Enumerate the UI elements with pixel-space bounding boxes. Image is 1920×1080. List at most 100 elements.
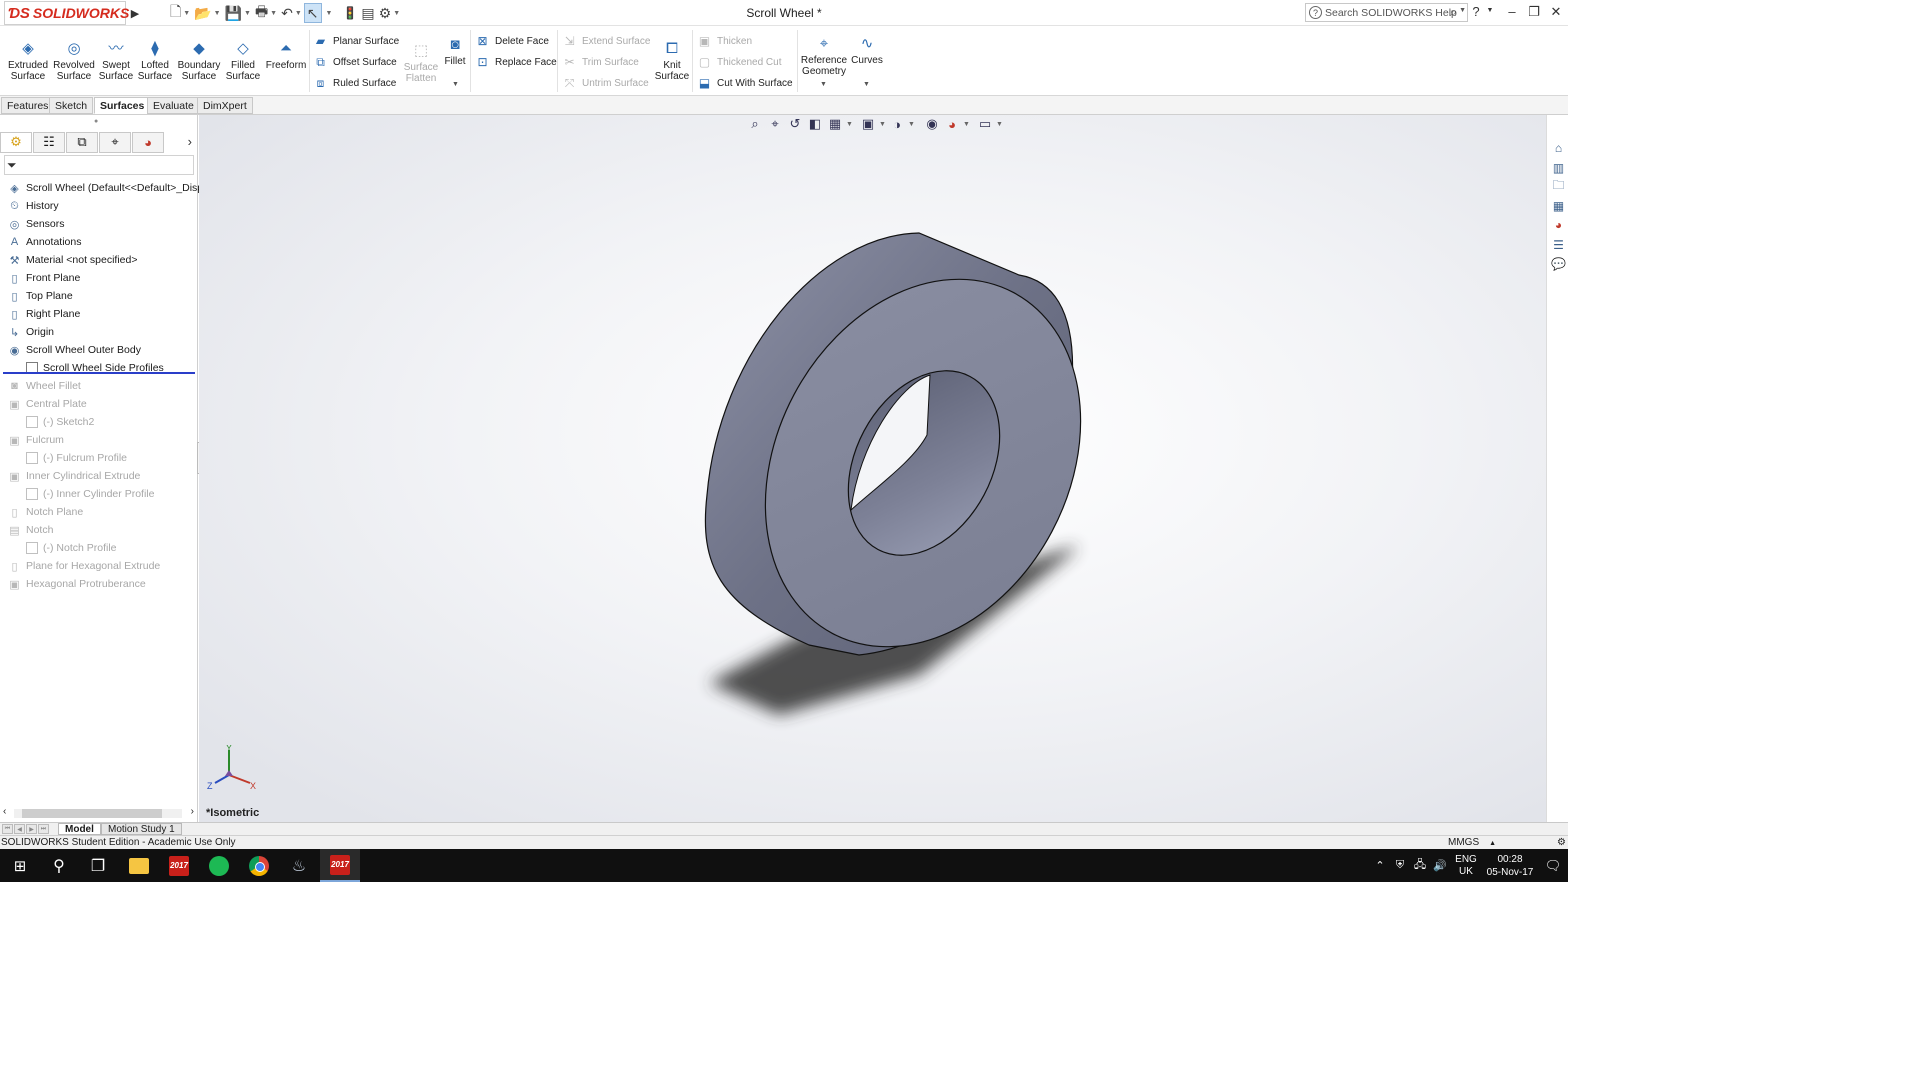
select-dropdown[interactable]: ▼ [322,3,335,23]
solidworks-launcher-button[interactable]: 2017 [159,849,199,882]
first-tab-icon[interactable]: ⏮ [2,824,13,834]
tree-item[interactable]: ◎ Sensors [7,215,65,233]
swept-surface-button[interactable]: 〰 Swept Surface [98,38,134,83]
tree-item[interactable]: ▤ Notch [7,521,53,539]
replace-face-button[interactable]: ⊡ Replace Face [475,53,556,71]
steam-button[interactable]: ♨ [279,849,319,882]
section-view-icon[interactable]: ◧ [805,115,825,133]
chevron-down-icon[interactable]: ▼ [845,115,854,133]
tree-item[interactable]: (-) Notch Profile [26,539,117,557]
tab-dimxpert[interactable]: DimXpert [197,97,253,114]
thicken-button[interactable]: ▣ Thicken [697,32,752,50]
lofted-surface-button[interactable]: ⧫ Lofted Surface [137,38,173,83]
chevron-right-icon[interactable]: › [188,134,192,149]
options-button[interactable]: ⚙ ▼ [377,3,403,23]
reference-geometry-dropdown-icon[interactable]: ▼ [820,81,827,88]
last-tab-icon[interactable]: ⏭ [38,824,49,834]
custom-properties-icon[interactable]: ☰ [1550,236,1567,253]
design-library-icon[interactable]: ▥ [1550,159,1567,176]
chevron-down-icon[interactable]: ▼ [995,115,1004,133]
tree-item[interactable]: Scroll Wheel Side Profiles [26,359,164,377]
task-view-button[interactable]: ❐ [78,849,118,882]
tree-item[interactable]: ⚒ Material <not specified> [7,251,138,269]
view-palette-icon[interactable]: ▦ [1550,197,1567,214]
security-shield-icon[interactable]: ⛨ [1390,859,1410,872]
displaymanager-tab[interactable]: ◕ [132,131,164,153]
thickened-cut-button[interactable]: ▢ Thickened Cut [697,53,782,71]
planar-surface-button[interactable]: ▰ Planar Surface [313,32,399,50]
prev-tab-icon[interactable]: ◀ [14,824,25,834]
search-button[interactable]: ⚲ [39,849,79,882]
help-dropdown-icon[interactable]: ▼ [1484,4,1496,20]
rollback-bar[interactable] [3,372,195,374]
tree-horizontal-scrollbar[interactable]: ‹ › [0,805,198,821]
solidworks-active-button[interactable]: 2017 [320,849,360,882]
chevron-down-icon[interactable]: ▼ [907,115,916,133]
tree-item[interactable]: (-) Inner Cylinder Profile [26,485,154,503]
cut-with-surface-button[interactable]: ⬓ Cut With Surface [697,74,793,92]
delete-face-button[interactable]: ⊠ Delete Face [475,32,548,50]
display-style-icon[interactable]: ◑ [887,115,907,133]
close-icon[interactable]: ✕ [1550,4,1562,20]
show-hidden-icons-icon[interactable]: ⌃ [1370,859,1390,872]
tree-item[interactable]: ▣ Central Plate [7,395,86,413]
tree-item[interactable]: ◉ Scroll Wheel Outer Body [7,341,141,359]
customize-status-bar-icon[interactable]: ⚙ [1557,836,1566,849]
start-button[interactable]: ⊞ [0,849,40,882]
tree-item[interactable]: ▯ Notch Plane [7,503,83,521]
scroll-left-icon[interactable]: ‹ [3,806,6,817]
tree-item[interactable]: ⏲ History [7,197,58,215]
dimxpertmanager-tab[interactable]: ⌖ [99,131,131,153]
next-tab-icon[interactable]: ▶ [26,824,37,834]
save-button[interactable]: 💾 ▼ [223,3,253,23]
undo-button[interactable]: ↶ ▼ [279,3,304,23]
propertymanager-tab[interactable]: ☷ [33,131,65,153]
language-indicator[interactable]: ENG UK [1450,854,1482,878]
extend-surface-button[interactable]: ⇲ Extend Surface [562,32,650,50]
select-button[interactable]: ↖ [303,3,322,23]
curves-dropdown-icon[interactable]: ▼ [863,81,870,88]
freeform-button[interactable]: ⏶ Freeform [265,38,307,72]
chevron-down-icon[interactable]: ▼ [878,115,887,133]
fillet-dropdown-icon[interactable]: ▼ [452,81,459,88]
print-button[interactable]: 🖶 ▼ [253,3,279,23]
unit-system-selector[interactable]: MMGS ▲ [1448,836,1496,850]
tree-item[interactable]: ◈ Scroll Wheel (Default<<Default>_Displ [7,179,205,197]
tab-motion-study-1[interactable]: Motion Study 1 [101,823,182,835]
dynamic-annotation-icon[interactable]: ▦ [825,115,845,133]
filled-surface-button[interactable]: ◇ Filled Surface [225,38,261,83]
rebuild-button[interactable]: 🚦 [340,3,359,23]
configurationmanager-tab[interactable]: ⧉ [66,131,98,153]
tree-item[interactable]: (-) Sketch2 [26,413,94,431]
tree-item[interactable]: ◙ Wheel Fillet [7,377,81,395]
tree-item[interactable]: ▯ Plane for Hexagonal Extrude [7,557,160,575]
spotify-button[interactable] [199,849,239,882]
trim-surface-button[interactable]: ✂ Trim Surface [562,53,638,71]
restore-icon[interactable]: ❐ [1528,4,1540,20]
fillet-button[interactable]: ◙ Fillet [441,34,469,68]
tab-sketch[interactable]: Sketch [49,97,94,114]
chevron-down-icon[interactable]: ▼ [962,115,971,133]
chevron-down-icon[interactable]: ▼ [1459,7,1466,14]
ruled-surface-button[interactable]: ⧈ Ruled Surface [313,74,397,92]
volume-icon[interactable]: 🔊 [1430,859,1450,872]
zoom-to-area-icon[interactable]: ⌖ [765,115,785,133]
tab-evaluate[interactable]: Evaluate [147,97,200,114]
tree-item[interactable]: ▣ Fulcrum [7,431,64,449]
scroll-right-icon[interactable]: › [191,806,194,817]
tree-item[interactable]: ▯ Front Plane [7,269,80,287]
new-document-button[interactable]: 🗋 ▼ [168,3,192,23]
search-icon[interactable]: ⌕ [1450,4,1457,20]
view-orientation-icon[interactable]: ▣ [858,115,878,133]
minimize-icon[interactable]: – [1506,4,1518,20]
view-settings-icon[interactable]: ▭ [975,115,995,133]
tree-item[interactable]: ↳ Origin [7,323,54,341]
untrim-surface-button[interactable]: ⤧ Untrim Surface [562,74,649,92]
tree-item[interactable]: ▯ Right Plane [7,305,80,323]
reference-geometry-button[interactable]: ⌖ Reference Geometry [800,33,848,78]
help-menu-icon[interactable]: ? [1470,4,1482,20]
surface-flatten-button[interactable]: ⬚ Surface Flatten [402,40,440,85]
extruded-surface-button[interactable]: ◈ Extruded Surface [7,38,49,83]
boundary-surface-button[interactable]: ◆ Boundary Surface [177,38,221,83]
tab-features[interactable]: Features [1,97,55,114]
